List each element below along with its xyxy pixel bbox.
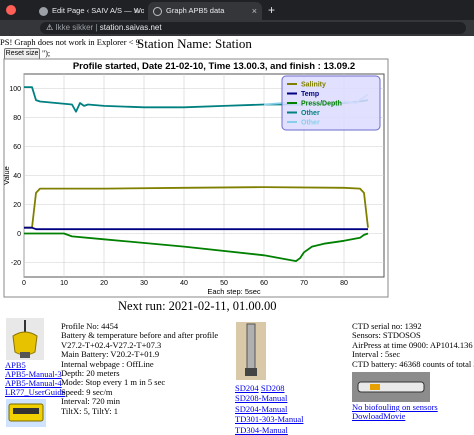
ctd-line: Interval : 5sec <box>352 349 401 360</box>
y-tick-label: 40 <box>13 173 21 180</box>
link-sd208-manual[interactable]: SD208-Manual <box>235 393 287 403</box>
sensor-links: SD204 SD208 SD208-Manual SD204-Manual TD… <box>235 383 303 435</box>
link-td301-303-manual[interactable]: TD301-303-Manual <box>235 414 303 424</box>
ctd-line: CTD battery: 46368 counts of total 30 <box>352 359 474 369</box>
link-sd208[interactable]: SD208 <box>261 383 285 393</box>
buoy-image <box>6 318 44 360</box>
profile-info: Profile No: 4454 Battery & temperature b… <box>61 321 218 416</box>
y-tick-label: 100 <box>9 86 21 93</box>
new-tab-button[interactable]: + <box>268 3 275 17</box>
x-tick-label: 70 <box>300 280 308 287</box>
y-tick-label: 60 <box>13 144 21 151</box>
link-td304-manual[interactable]: TD304-Manual <box>235 425 288 435</box>
wordpress-icon <box>39 7 48 16</box>
tab-title: Graph APB5 data <box>166 6 225 15</box>
legend-label-1: Temp <box>301 91 319 98</box>
link-sd204-manual[interactable]: SD204-Manual <box>235 404 287 414</box>
x-tick-label: 80 <box>340 280 348 287</box>
logger-image <box>6 399 46 427</box>
x-tick-label: 60 <box>260 280 268 287</box>
window-close-button[interactable] <box>6 5 16 15</box>
x-tick-label: 10 <box>60 280 68 287</box>
legend-label-3: Other <box>301 110 320 117</box>
y-tick-label: 20 <box>13 202 21 209</box>
x-tick-label: 0 <box>22 280 26 287</box>
legend-label-2: Press/Depth <box>301 101 342 108</box>
close-icon[interactable]: × <box>252 2 257 20</box>
chart-title: Profile started, Date 21-02-10, Time 13.… <box>73 61 355 72</box>
browser-tab-edit-page[interactable]: Edit Page ‹ SAIV A/S — WordP × <box>34 2 144 20</box>
warning-icon: ⚠ <box>46 23 54 32</box>
link-lr77-userguide[interactable]: LR77_UserGuide <box>5 387 65 397</box>
profile-chart: Profile started, Date 21-02-10, Time 13.… <box>2 58 389 298</box>
browser-tab-graph[interactable]: Graph APB5 data × <box>148 2 262 20</box>
link-sd204[interactable]: SD204 <box>235 383 259 393</box>
x-tick-label: 40 <box>180 280 188 287</box>
x-tick-label: 20 <box>100 280 108 287</box>
browser-tab-bar: Edit Page ‹ SAIV A/S — WordP × Graph APB… <box>0 0 474 20</box>
tab-title: Edit Page ‹ SAIV A/S — WordP <box>52 6 144 15</box>
link-download-movie[interactable]: DowloadMovie <box>352 411 405 421</box>
close-icon[interactable]: × <box>134 2 139 20</box>
y-tick-label: 0 <box>17 231 21 238</box>
chart-container: Profile started, Date 21-02-10, Time 13.… <box>0 58 392 298</box>
reset-suffix-text: "); <box>42 49 51 58</box>
x-tick-label: 30 <box>140 280 148 287</box>
y-tick-label: -20 <box>11 260 21 267</box>
next-run-text: Next run: 2021-02-11, 01.00.00 <box>118 299 277 313</box>
x-tick-label: 50 <box>220 280 228 287</box>
legend-label-0: Salinity <box>301 82 326 89</box>
explorer-note: PS! Graph does not work in Explorer < 9 <box>0 37 140 47</box>
y-tick-label: 80 <box>13 115 21 122</box>
globe-icon <box>153 7 162 16</box>
ctd-info: CTD serial no: 1392 Sensors: STDOSOS Air… <box>352 321 474 369</box>
address-bar[interactable]: ⚠ Ikke sikker | station.saivas.net <box>40 22 466 34</box>
sensor-image <box>236 322 266 380</box>
insecure-label: Ikke sikker <box>55 23 94 32</box>
y-axis-label: Value <box>2 166 11 185</box>
url-text: station.saivas.net <box>99 23 162 32</box>
legend-label-4: Other <box>301 120 320 127</box>
station-title: Station Name: Station <box>137 36 252 51</box>
x-axis-label: Each step: 5sec <box>207 287 261 296</box>
biofouling-image <box>352 372 430 402</box>
profile-line: TiltX: 5, TiltY: 1 <box>61 405 119 416</box>
